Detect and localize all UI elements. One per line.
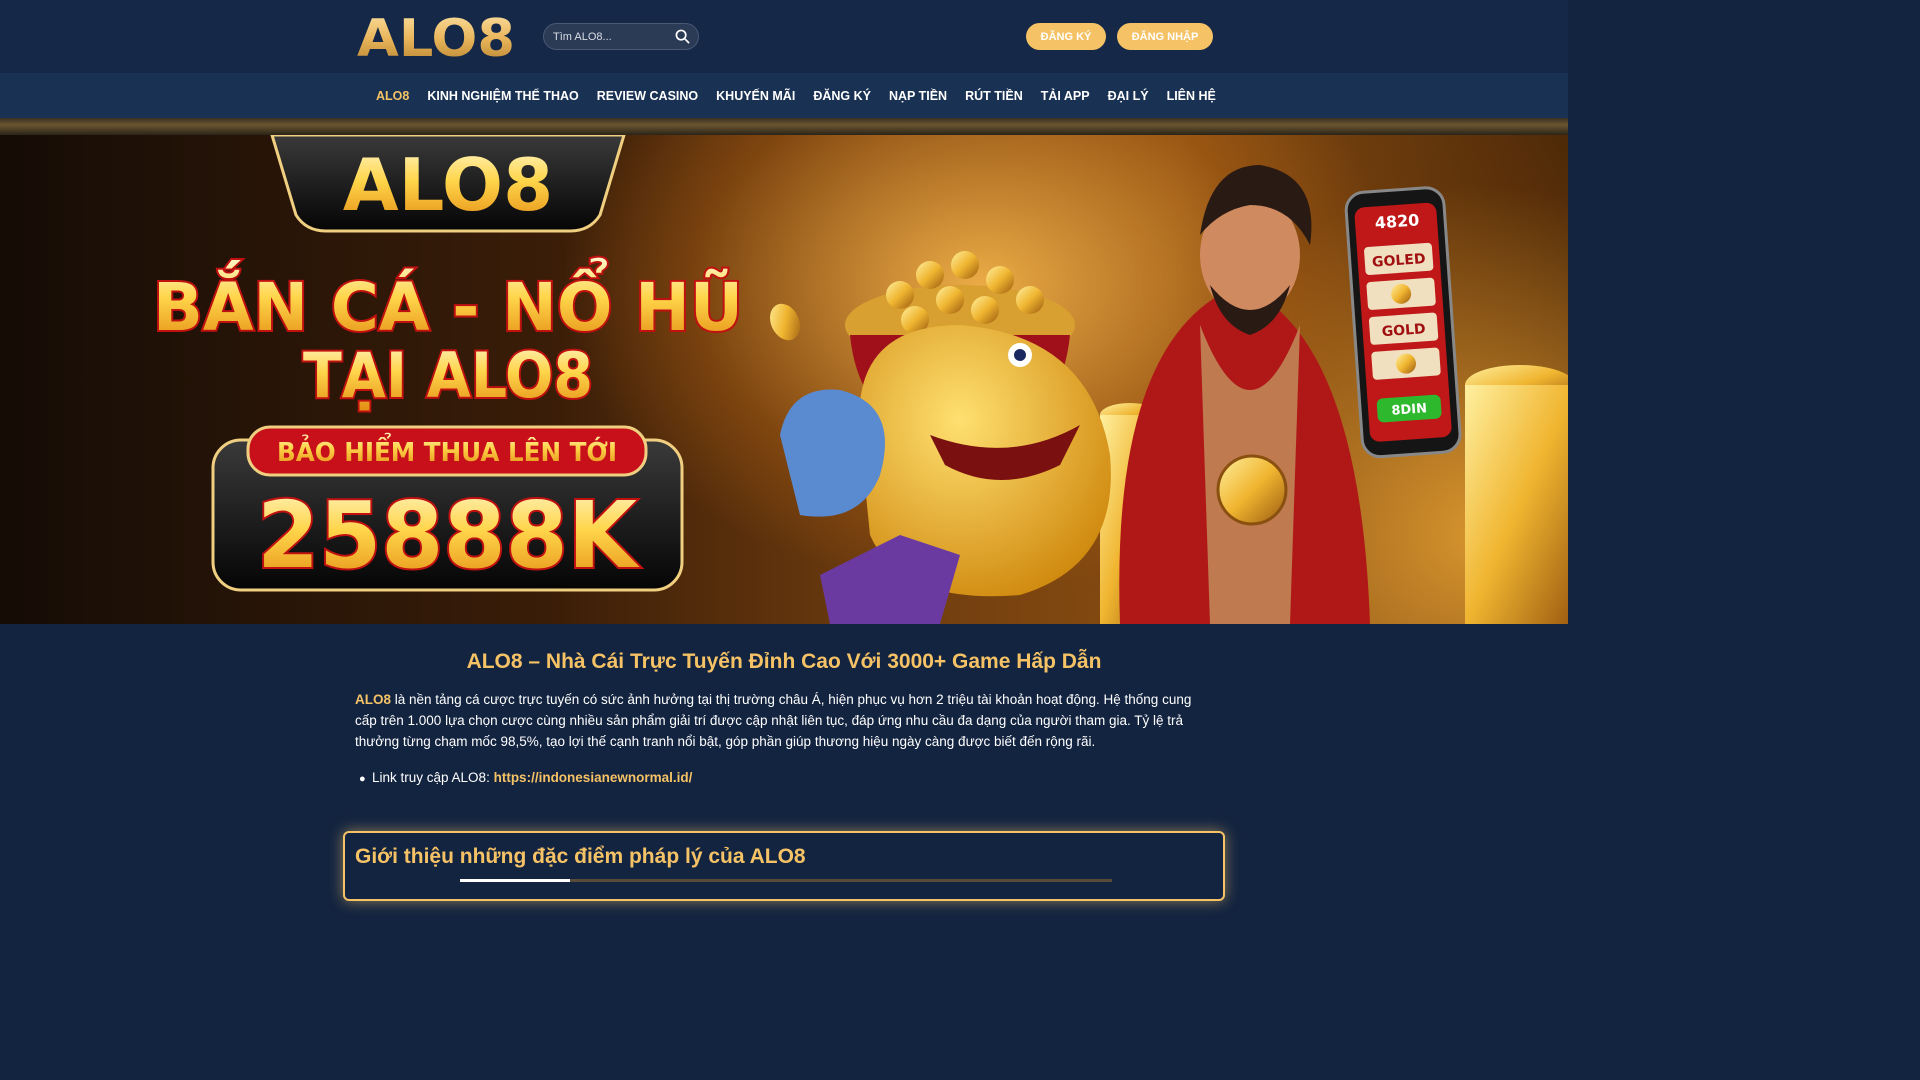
bullet-icon: ● [359, 773, 366, 785]
nav-item-review-casino[interactable]: REVIEW CASINO [588, 89, 707, 103]
intro-brand-link[interactable]: ALO8 [355, 692, 391, 707]
legal-section-box: Giới thiệu những đặc điểm pháp lý của AL… [343, 831, 1225, 901]
section-image-edge [460, 879, 1112, 882]
page-title: ALO8 – Nhà Cái Trực Tuyến Đỉnh Cao Với 3… [466, 650, 1102, 673]
hero-banner[interactable]: ALO8 BẮN CÁ - NỔ HŨ TẠI ALO8 BẢO HIỂM TH… [0, 135, 1568, 624]
login-button[interactable]: ĐĂNG NHẬP [1117, 23, 1213, 50]
nav-item-deposit[interactable]: NẠP TIỀN [880, 89, 956, 103]
logo-text: ALO8 [357, 12, 515, 62]
insurance-amount: 25888K [257, 482, 641, 589]
banner-logo-badge: ALO8 [270, 135, 626, 233]
search-box [543, 23, 699, 50]
intro-text: là nền tảng cá cược trực tuyến có sức ản… [355, 692, 1192, 749]
access-link-item: ● Link truy cập ALO8: https://indonesian… [359, 770, 693, 785]
nav-item-promotions[interactable]: KHUYẾN MÃI [707, 89, 804, 103]
phone-reel-2: GOLD [1381, 321, 1426, 340]
nav-item-withdraw[interactable]: RÚT TIỀN [956, 89, 1032, 103]
nav-item-register[interactable]: ĐĂNG KÝ [804, 89, 880, 103]
insurance-box: BẢO HIỂM THUA LÊN TỚI 25888K [211, 425, 684, 592]
intro-paragraph: ALO8 là nền tảng cá cược trực tuyến có s… [355, 689, 1215, 752]
access-link-prefix: Link truy cập ALO8: [372, 770, 494, 785]
main-nav: ALO8 KINH NGHIỆM THỂ THAO REVIEW CASINO … [0, 73, 1568, 118]
banner-headline-line1: BẮN CÁ - NỔ HŨ [153, 258, 743, 346]
nav-item-download-app[interactable]: TẢI APP [1032, 89, 1099, 103]
phone-slot-illustration: 4820 GOLED GOLD 8DIN [1344, 186, 1462, 459]
site-header: ALO8 ĐĂNG KÝ ĐĂNG NHẬP [0, 0, 1568, 73]
search-icon[interactable] [675, 29, 690, 44]
search-input[interactable] [544, 30, 666, 43]
nav-item-contact[interactable]: LIÊN HỆ [1158, 89, 1225, 103]
section-title: Giới thiệu những đặc điểm pháp lý của AL… [355, 845, 806, 868]
access-link[interactable]: https://indonesianewnormal.id/ [494, 770, 693, 785]
warrior-character-illustration [1119, 165, 1370, 624]
register-button[interactable]: ĐĂNG KÝ [1026, 23, 1106, 50]
site-logo[interactable]: ALO8 [356, 12, 516, 62]
header-divider [0, 118, 1568, 135]
phone-button: 8DIN [1391, 401, 1428, 418]
banner-logo-text: ALO8 [343, 143, 553, 227]
coin-icon [769, 303, 801, 341]
nav-item-sports-tips[interactable]: KINH NGHIỆM THỂ THAO [418, 89, 587, 103]
shark-mascot-illustration [780, 325, 1111, 624]
nav-item-agent[interactable]: ĐẠI LÝ [1099, 89, 1158, 103]
phone-amount: 4820 [1374, 210, 1420, 232]
banner-headline-line2: TẠI ALO8 [303, 339, 593, 412]
nav-item-alo8[interactable]: ALO8 [367, 89, 418, 103]
